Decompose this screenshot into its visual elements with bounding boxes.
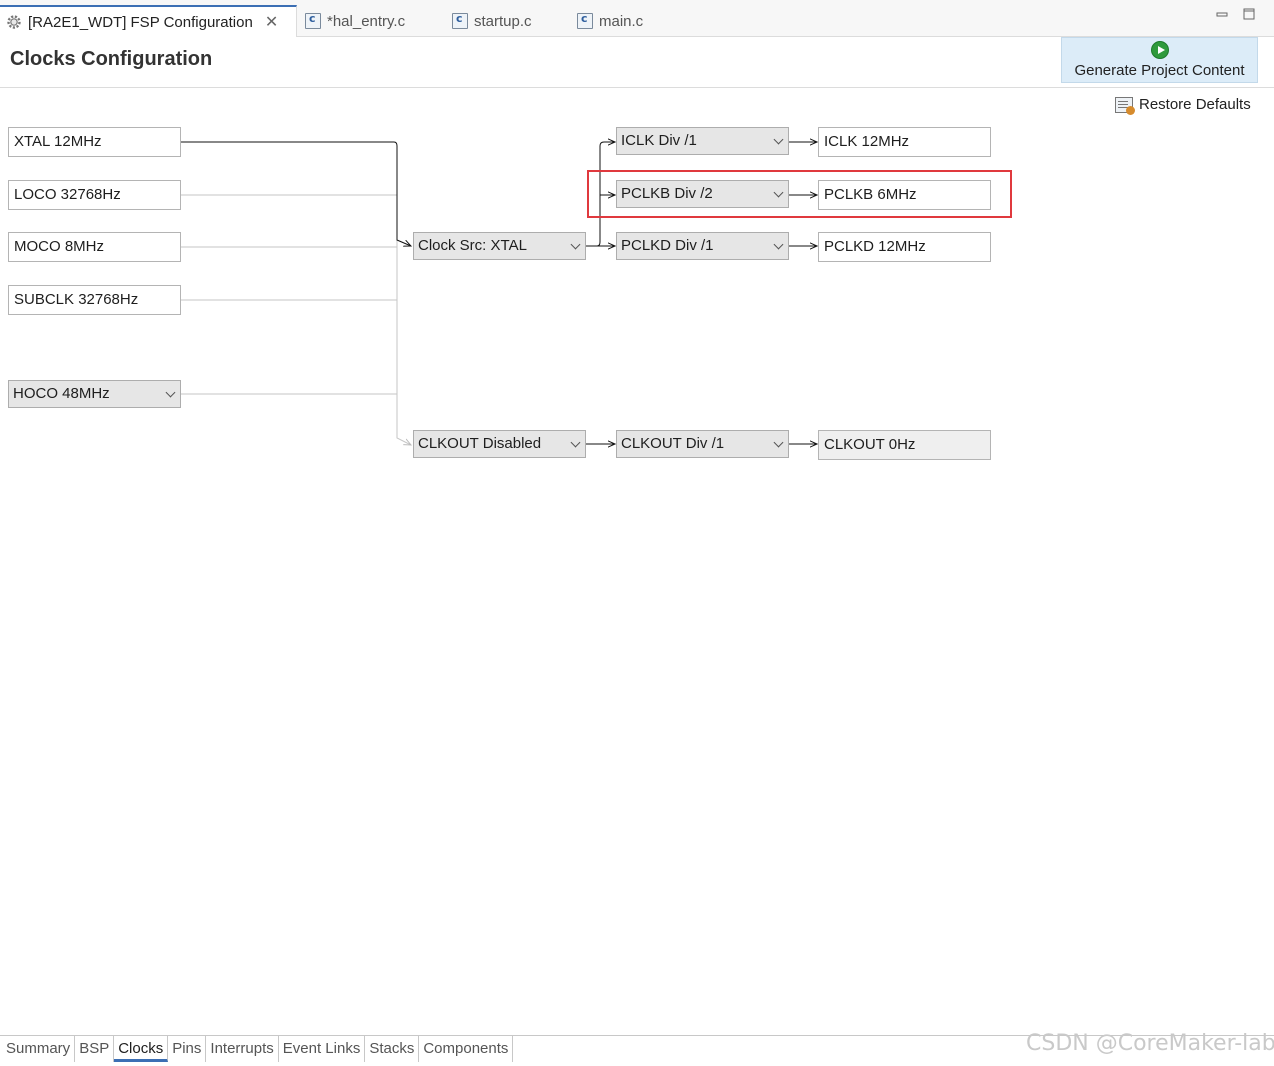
clkout-source-dropdown[interactable]: CLKOUT Disabled bbox=[413, 430, 586, 458]
watermark-text: CSDN @CoreMaker-lab bbox=[1026, 1031, 1274, 1056]
tab-event-links[interactable]: Event Links bbox=[279, 1036, 366, 1062]
subclk-source-field[interactable]: SUBCLK 32768Hz bbox=[8, 285, 181, 315]
pclkd-divider-value: PCLKD Div /1 bbox=[621, 237, 714, 254]
chevron-down-icon bbox=[773, 134, 784, 145]
clock-source-dropdown[interactable]: Clock Src: XTAL bbox=[413, 232, 586, 260]
pclkd-output-field: PCLKD 12MHz bbox=[818, 232, 991, 262]
configuration-page-tabs: Summary BSP Clocks Pins Interrupts Event… bbox=[2, 1036, 514, 1062]
clkout-divider-dropdown[interactable]: CLKOUT Div /1 bbox=[616, 430, 789, 458]
iclk-divider-value: ICLK Div /1 bbox=[621, 132, 697, 149]
pclkd-divider-dropdown[interactable]: PCLKD Div /1 bbox=[616, 232, 789, 260]
loco-source-field[interactable]: LOCO 32768Hz bbox=[8, 180, 181, 210]
clkout-output-field: CLKOUT 0Hz bbox=[818, 430, 991, 460]
clock-wiring bbox=[181, 0, 1274, 1066]
moco-source-field[interactable]: MOCO 8MHz bbox=[8, 232, 181, 262]
clkout-source-value: CLKOUT Disabled bbox=[418, 435, 542, 452]
chevron-down-icon bbox=[165, 387, 176, 398]
tab-stacks[interactable]: Stacks bbox=[365, 1036, 420, 1062]
tab-components[interactable]: Components bbox=[419, 1036, 514, 1062]
tab-interrupts[interactable]: Interrupts bbox=[206, 1036, 279, 1062]
chevron-down-icon bbox=[570, 239, 581, 250]
clock-source-value: Clock Src: XTAL bbox=[418, 237, 527, 254]
hoco-dropdown-value: HOCO 48MHz bbox=[13, 385, 110, 402]
tab-clocks[interactable]: Clocks bbox=[114, 1036, 169, 1062]
clkout-divider-value: CLKOUT Div /1 bbox=[621, 435, 725, 452]
hoco-dropdown[interactable]: HOCO 48MHz bbox=[8, 380, 181, 408]
chevron-down-icon bbox=[773, 437, 784, 448]
pclkb-highlight-box bbox=[587, 170, 1012, 218]
chevron-down-icon bbox=[570, 437, 581, 448]
iclk-divider-dropdown[interactable]: ICLK Div /1 bbox=[616, 127, 789, 155]
xtal-source-field[interactable]: XTAL 12MHz bbox=[8, 127, 181, 157]
chevron-down-icon bbox=[773, 239, 784, 250]
iclk-output-field: ICLK 12MHz bbox=[818, 127, 991, 157]
tab-summary[interactable]: Summary bbox=[2, 1036, 76, 1062]
tab-pins[interactable]: Pins bbox=[168, 1036, 207, 1062]
tab-bsp[interactable]: BSP bbox=[75, 1036, 115, 1062]
